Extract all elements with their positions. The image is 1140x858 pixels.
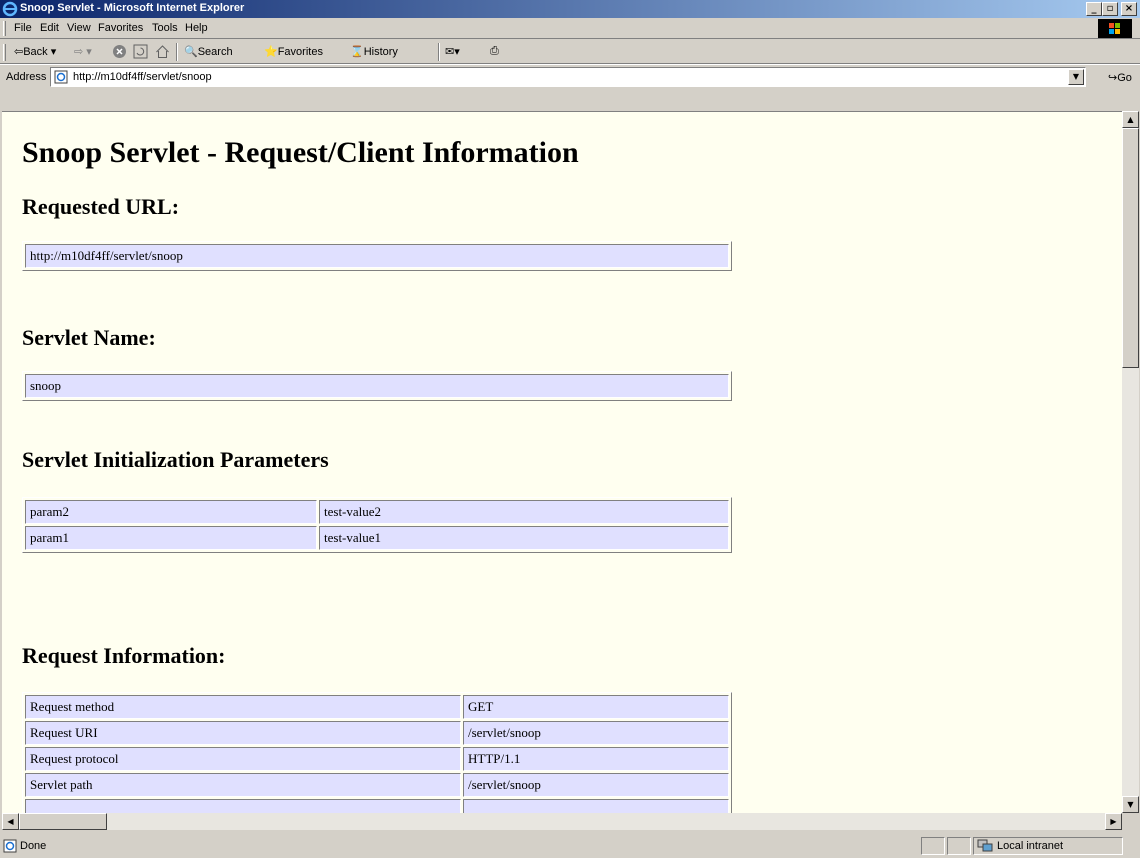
scroll-right-button[interactable]: ▶ — [1105, 813, 1122, 830]
favorites-button[interactable]: ⭐Favorites — [264, 45, 323, 58]
table-row: http://m10df4ff/servlet/snoop — [25, 244, 729, 268]
address-dropdown-button[interactable]: ▼ — [1068, 69, 1084, 85]
table-row: snoop — [25, 374, 729, 398]
zone-panel: Local intranet — [973, 837, 1123, 855]
address-input[interactable]: http://m10df4ff/servlet/snoop ▼ — [50, 67, 1086, 87]
menu-favorites[interactable]: Favorites — [98, 22, 143, 34]
windows-logo-icon — [1098, 19, 1132, 38]
status-text: Done — [20, 840, 47, 852]
toolbar-grip — [3, 44, 6, 61]
status-panel — [921, 837, 945, 855]
title-bar[interactable]: Snoop Servlet - Microsoft Internet Explo… — [0, 0, 1140, 18]
requested-url-heading: Requested URL: — [22, 194, 180, 219]
page-viewport[interactable]: Snoop Servlet - Request/Client Informati… — [2, 111, 1122, 813]
param-name: param2 — [25, 500, 317, 524]
address-label: Address — [6, 71, 47, 83]
scrollbar-corner — [1122, 813, 1139, 830]
request-info-value: /servlet/snoop — [463, 721, 729, 745]
history-icon: ⌛ — [350, 46, 364, 58]
toolbar-separator — [438, 43, 440, 61]
search-button[interactable]: 🔍Search — [184, 45, 233, 58]
vertical-scroll-thumb[interactable] — [1122, 128, 1139, 368]
standard-toolbar: ⇦Back ▾ ⇨ ▾ 🔍Search ⭐Favorites ⌛History … — [0, 40, 1140, 64]
param-value: test-value2 — [319, 500, 729, 524]
table-row: Request method GET — [25, 695, 729, 719]
home-icon[interactable] — [155, 44, 170, 59]
table-row: Request protocol HTTP/1.1 — [25, 747, 729, 771]
init-params-table: param2 test-value2 param1 test-value1 — [22, 497, 732, 553]
intranet-icon — [977, 839, 993, 852]
mail-icon[interactable]: ✉▾ — [445, 45, 460, 58]
toolbar-separator — [176, 43, 178, 61]
servlet-name-heading: Servlet Name: — [22, 325, 156, 350]
menu-help[interactable]: Help — [185, 22, 208, 34]
back-arrow-icon: ⇦ — [14, 46, 24, 58]
menu-edit[interactable]: Edit — [40, 22, 59, 34]
request-info-heading: Request Information: — [22, 643, 226, 668]
servlet-name-value: snoop — [25, 374, 729, 398]
requested-url-table: http://m10df4ff/servlet/snoop — [22, 241, 732, 271]
scroll-up-button[interactable]: ▲ — [1122, 111, 1139, 128]
param-value: test-value1 — [319, 526, 729, 550]
table-row: param1 test-value1 — [25, 526, 729, 550]
menu-file[interactable]: File — [14, 22, 32, 34]
horizontal-scroll-thumb[interactable] — [19, 813, 107, 830]
request-info-value — [463, 799, 729, 813]
go-button[interactable]: ↪Go — [1108, 71, 1132, 84]
request-info-name: Servlet path — [25, 773, 461, 797]
stop-icon[interactable] — [112, 44, 127, 59]
menu-view[interactable]: View — [67, 22, 91, 34]
page-status-icon — [3, 839, 17, 853]
servlet-name-table: snoop — [22, 371, 732, 401]
request-info-table: Request method GET Request URI /servlet/… — [22, 692, 732, 813]
table-row: Servlet path /servlet/snoop — [25, 773, 729, 797]
request-info-name: Request method — [25, 695, 461, 719]
table-row: param2 test-value2 — [25, 500, 729, 524]
back-button[interactable]: ⇦Back ▾ — [14, 45, 56, 58]
horizontal-scrollbar[interactable]: ◀ ▶ — [2, 813, 1122, 830]
menu-grip — [3, 21, 6, 36]
favorites-icon: ⭐ — [264, 46, 278, 58]
menu-tools[interactable]: Tools — [152, 22, 178, 34]
menu-bar: File Edit View Favorites Tools Help — [0, 18, 1140, 39]
page-title: Snoop Servlet - Request/Client Informati… — [22, 136, 579, 169]
table-row — [25, 799, 729, 813]
scroll-left-button[interactable]: ◀ — [2, 813, 19, 830]
search-icon: 🔍 — [184, 46, 198, 58]
forward-button[interactable]: ⇨ ▾ — [74, 45, 92, 58]
request-info-name: Request URI — [25, 721, 461, 745]
param-name: param1 — [25, 526, 317, 550]
address-bar: Address http://m10df4ff/servlet/snoop ▼ … — [0, 64, 1140, 88]
ie-logo-icon — [2, 1, 18, 17]
request-info-name: Request protocol — [25, 747, 461, 771]
request-info-value: /servlet/snoop — [463, 773, 729, 797]
requested-url-value: http://m10df4ff/servlet/snoop — [25, 244, 729, 268]
history-button[interactable]: ⌛History — [350, 45, 398, 58]
init-params-heading: Servlet Initialization Parameters — [22, 447, 329, 472]
close-button[interactable]: × — [1121, 2, 1137, 16]
page-icon — [54, 70, 68, 84]
address-url: http://m10df4ff/servlet/snoop — [73, 71, 212, 83]
status-bar: Done Local intranet — [0, 834, 1140, 858]
minimize-button[interactable]: _ — [1086, 2, 1102, 16]
request-info-value: GET — [463, 695, 729, 719]
print-icon[interactable]: ⎙ — [490, 45, 499, 58]
refresh-icon[interactable] — [133, 44, 148, 59]
request-info-name — [25, 799, 461, 813]
maximize-button[interactable]: ▫ — [1102, 2, 1118, 16]
table-row: Request URI /servlet/snoop — [25, 721, 729, 745]
go-arrow-icon: ↪ — [1108, 72, 1118, 84]
status-panel — [947, 837, 971, 855]
request-info-value: HTTP/1.1 — [463, 747, 729, 771]
window-title: Snoop Servlet - Microsoft Internet Explo… — [20, 2, 245, 14]
vertical-scrollbar[interactable]: ▲ ▼ — [1122, 111, 1139, 813]
scroll-down-button[interactable]: ▼ — [1122, 796, 1139, 813]
zone-text: Local intranet — [997, 840, 1064, 852]
